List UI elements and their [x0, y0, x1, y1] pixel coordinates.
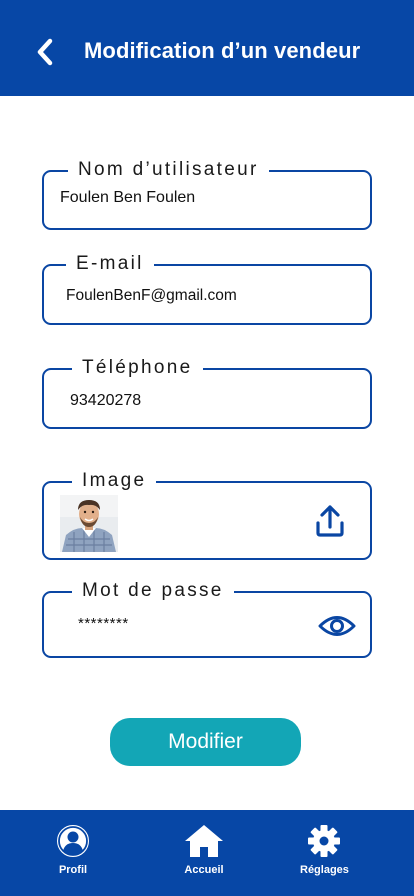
upload-button[interactable] [314, 503, 346, 539]
upload-icon [316, 505, 344, 537]
page-title: Modification d’un vendeur [84, 38, 361, 63]
show-password-button[interactable] [318, 613, 356, 639]
password-label: Mot de passe [72, 579, 234, 603]
username-field[interactable]: Nom d’utilisateur Foulen Ben Foulen [42, 158, 372, 230]
home-icon [185, 825, 223, 857]
image-label: Image [72, 469, 157, 493]
bottom-tab-bar: Profil Accueil Réglages [0, 810, 414, 896]
tab-reglages-label: Réglages [300, 864, 349, 876]
app-header: Modification d’un vendeur [0, 0, 414, 96]
tab-profil[interactable]: Profil [56, 824, 90, 876]
gear-icon [308, 825, 341, 857]
phone-field[interactable]: Téléphone 93420278 [42, 356, 372, 429]
username-label: Nom d’utilisateur [68, 158, 269, 182]
chevron-left-icon [37, 38, 53, 66]
user-circle-icon [57, 825, 89, 857]
tab-accueil[interactable]: Accueil [184, 824, 224, 876]
phone-value[interactable]: 93420278 [70, 392, 141, 410]
phone-label: Téléphone [72, 356, 203, 380]
tab-reglages[interactable]: Réglages [300, 824, 349, 876]
seller-photo [60, 495, 118, 552]
eye-icon [318, 616, 356, 636]
tab-accueil-label: Accueil [184, 864, 224, 876]
password-field[interactable]: Mot de passe ******** [42, 579, 372, 658]
email-value[interactable]: FoulenBenF@gmail.com [66, 287, 237, 305]
password-value[interactable]: ******** [78, 615, 129, 632]
email-label: E-mail [66, 252, 154, 276]
username-value[interactable]: Foulen Ben Foulen [60, 189, 195, 207]
tab-profil-label: Profil [58, 864, 88, 876]
email-field[interactable]: E-mail FoulenBenF@gmail.com [42, 252, 372, 325]
modify-button[interactable]: Modifier [110, 718, 301, 766]
image-field[interactable]: Image [42, 469, 372, 560]
back-button[interactable] [30, 34, 60, 70]
